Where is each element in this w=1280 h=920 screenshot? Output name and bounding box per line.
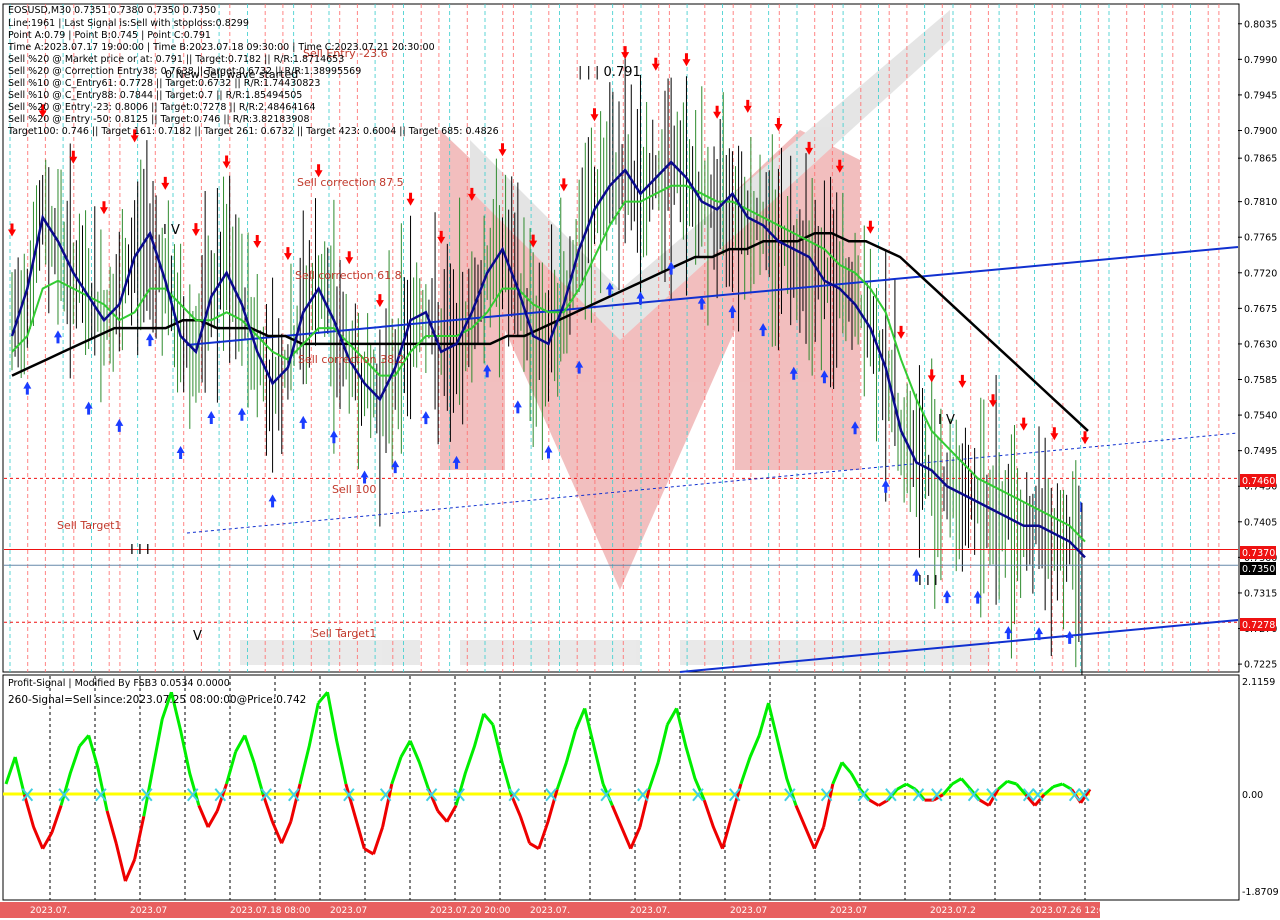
price-tick-label: 0.7945 — [1244, 90, 1277, 101]
wave-i-label: I — [1079, 501, 1083, 516]
price-tick-label: 0.7990 — [1244, 55, 1277, 66]
time-label: 2023.07. — [530, 906, 570, 916]
osc-tick-bottom: -1.8709 — [1242, 887, 1279, 898]
price-tick-label: 0.7720 — [1244, 268, 1277, 279]
price-tick-label: 0.7900 — [1244, 126, 1277, 137]
info-line-7: Sell %10 @ C_Entry88: 0.7844 || Target:0… — [8, 90, 302, 101]
price-tick-label: 0.8035 — [1244, 19, 1277, 30]
price-tick-label: 0.7585 — [1244, 375, 1277, 386]
info-line-4: Sell %20 @ Market price or at: 0.791 || … — [8, 54, 344, 65]
sell-correction-875-label: Sell correction 87.5 — [297, 176, 404, 189]
price-tick-label: 0.7225 — [1244, 660, 1277, 671]
sell-100-label: Sell 100 — [332, 483, 376, 496]
info-line-10: Target100: 0.746 || Target 161: 0.7182 |… — [7, 126, 499, 137]
sell-correction-382-label: Sell correction 38.2 — [298, 353, 405, 366]
price-tick-label: 0.7765 — [1244, 233, 1277, 244]
wave-c-label: | | | 0.791 — [578, 65, 641, 80]
time-label: 2023.07.20 20:00 — [430, 906, 511, 916]
osc-tick-zero: 0.00 — [1242, 790, 1263, 801]
time-label: 2023.07. — [630, 906, 670, 916]
wave-iii-label-a: I I I — [130, 543, 150, 558]
time-label: 2023.07 — [130, 906, 167, 916]
price-tick-label: 0.7405 — [1244, 517, 1277, 528]
chart-window: Sell Entry -23.6 Sell correction 87.5 Se… — [0, 0, 1280, 920]
info-line-8: Sell %20 @ Entry -23: 0.8006 || Target:0… — [8, 102, 316, 113]
indicator-signal-text: 260-Signal=Sell since:2023.07.25 08:00:0… — [8, 694, 306, 706]
time-label: 2023.07 — [730, 906, 767, 916]
indicator-title: Profit-Signal | Modified By FSB3 0.0534 … — [8, 678, 230, 689]
price-tick-label: 0.7865 — [1244, 154, 1277, 165]
osc-tick-top: 2.1159 — [1242, 677, 1275, 688]
price-tick-label: 0.7810 — [1244, 197, 1277, 208]
price-tick-label: 0.7495 — [1244, 446, 1277, 457]
info-line-9: Sell %20 @ Entry -50: 0.8125 || Target:0… — [8, 114, 310, 125]
wave-iv-label-b: I V — [938, 413, 955, 428]
price-tag-t3: 0.7278 — [1242, 620, 1275, 631]
price-tick-label: 0.7630 — [1244, 339, 1277, 350]
wave-iv-label-a: I V — [163, 223, 180, 238]
time-label: 2023.07.26 12:00 — [1030, 906, 1111, 916]
sell-target1-label-a: Sell Target1 — [57, 519, 121, 532]
wave-iii-label-b: I I I — [918, 574, 938, 589]
time-label: 2023.07. — [30, 906, 70, 916]
sell-correction-618-label: Sell correction 61.8 — [295, 269, 402, 282]
time-label: 2023.07.2 — [930, 906, 976, 916]
time-label: 2023.07.18 08:00 — [230, 906, 311, 916]
info-line-3: Time A:2023.07.17 19:00:00 | Time B:2023… — [7, 42, 435, 53]
time-label: 2023.07 — [330, 906, 367, 916]
price-tag-t1: 0.7460 — [1242, 476, 1275, 487]
info-line-1: Line:1961 | Last Signal is:Sell with sto… — [8, 18, 249, 29]
price-tag-current: 0.7350 — [1242, 564, 1275, 575]
info-line-2: Point A:0.79 | Point B:0.745 | Point C:0… — [8, 30, 211, 41]
price-tick-label: 0.7540 — [1244, 411, 1277, 422]
price-tick-label: 0.7675 — [1244, 304, 1277, 315]
time-label: 2023.07 — [830, 906, 867, 916]
chart-canvas[interactable]: Sell Entry -23.6 Sell correction 87.5 Se… — [0, 0, 1280, 920]
symbol-line: EOSUSD,M30 0.7351 0.7380 0.7350 0.7350 — [8, 5, 216, 16]
price-tick-label: 0.7315 — [1244, 588, 1277, 599]
time-axis: 2023.07. 2023.07 2023.07.18 08:00 2023.07 20… — [0, 902, 1111, 918]
new-wave-overlay: 0 New Sell wave started — [165, 68, 298, 81]
wave-v-label: V — [193, 629, 202, 644]
price-tag-t2: 0.7370 — [1242, 548, 1275, 559]
sell-target1-label-b: Sell Target1 — [312, 627, 376, 640]
